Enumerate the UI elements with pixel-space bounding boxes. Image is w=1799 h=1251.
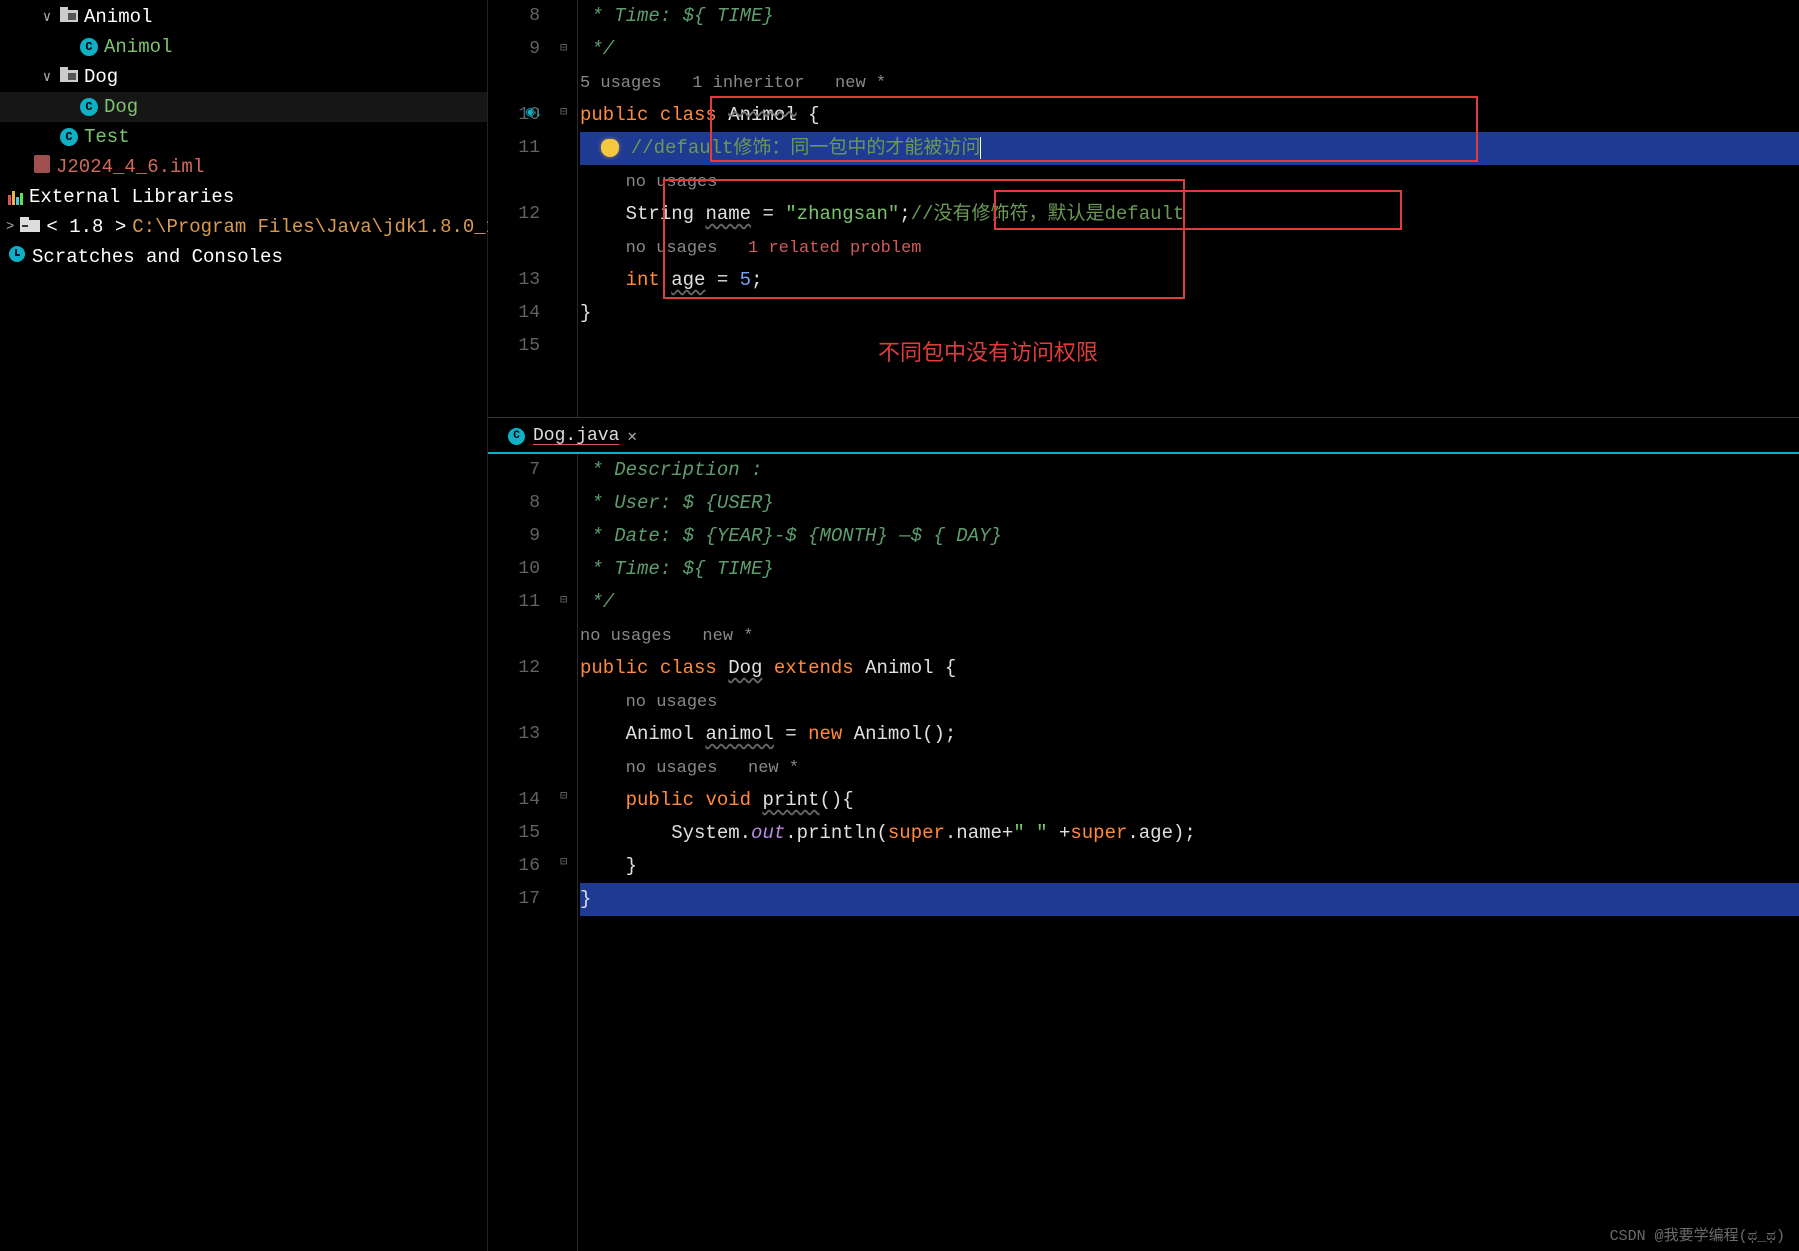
gutter: 8 9 10 11 12 13 14 15 [488, 0, 558, 417]
tree-label: Animol [84, 6, 152, 28]
code-comment: //没有修饰符，默认是default [911, 203, 1185, 225]
tree-label: External Libraries [29, 186, 234, 208]
editor-tabbar: C Dog.java ✕ [488, 418, 1799, 454]
inlay-hint[interactable]: 5 usages 1 inheritor new * [580, 74, 886, 93]
inlay-hint[interactable]: no usages [626, 693, 718, 712]
editors-area: 8 9 10 11 12 13 14 15 ◉↓ ⊟ ⊟ * Time: ${ … [488, 0, 1799, 1251]
fold-end-icon[interactable]: ⊟ [560, 854, 574, 868]
tree-item-iml-file[interactable]: J2024_4_6.iml [0, 152, 487, 182]
folder-icon [20, 216, 40, 238]
chevron-down-icon: ∨ [40, 9, 54, 26]
fold-end-icon[interactable]: ⊟ [560, 592, 574, 606]
fold-column: ⊟ ⊟ ⊟ [558, 454, 578, 1251]
library-icon [8, 189, 23, 205]
code-area[interactable]: * Description : * User: $ {USER} * Date:… [580, 454, 1799, 1251]
tree-label: Dog [84, 66, 118, 88]
tree-label-pre: < 1.8 > [46, 216, 126, 238]
gutter: 7 8 9 10 11 12 13 14 15 16 17 [488, 454, 558, 1251]
tree-item-animol-class[interactable]: C Animol [0, 32, 487, 62]
tree-label: C:\Program Files\Java\jdk1.8.0_192 [132, 216, 520, 238]
tree-label: Dog [104, 96, 138, 118]
inlay-hint[interactable]: no usages new * [626, 759, 799, 778]
fold-end-icon[interactable]: ⊟ [560, 40, 574, 54]
code-comment: //default修饰：同一包中的才能被访问 [631, 137, 982, 159]
chevron-right-icon: > [6, 219, 14, 235]
annotation-text: 不同包中没有访问权限 [878, 335, 1098, 367]
class-icon: C [80, 38, 98, 56]
class-icon: C [508, 428, 525, 445]
editor-animol[interactable]: 8 9 10 11 12 13 14 15 ◉↓ ⊟ ⊟ * Time: ${ … [488, 0, 1799, 418]
tree: ∨ Animol C Animol ∨ Dog C Dog [0, 0, 487, 272]
implemented-icon[interactable]: ◉↓ [526, 104, 543, 121]
inlay-problem[interactable]: 1 related problem [717, 239, 921, 258]
close-icon[interactable]: ✕ [627, 426, 637, 446]
app-root: ∨ Animol C Animol ∨ Dog C Dog [0, 0, 1799, 1251]
fold-start-icon[interactable]: ⊟ [560, 788, 574, 802]
folder-icon [60, 66, 78, 88]
inlay-hint[interactable]: no usages [626, 173, 718, 192]
intention-bulb-icon[interactable] [601, 139, 619, 157]
tree-label: Test [84, 126, 130, 148]
editor-dog[interactable]: 7 8 9 10 11 12 13 14 15 16 17 ⊟ ⊟ ⊟ [488, 454, 1799, 1251]
project-tree: ∨ Animol C Animol ∨ Dog C Dog [0, 0, 488, 1251]
code-text: * Time: ${ TIME} [580, 5, 774, 27]
class-icon: C [80, 98, 98, 116]
tree-label: Scratches and Consoles [32, 246, 283, 268]
tree-item-scratches[interactable]: Scratches and Consoles [0, 242, 487, 272]
scratch-icon [8, 245, 26, 269]
file-icon [34, 155, 50, 179]
code-text: */ [580, 38, 614, 60]
tree-item-test-class[interactable]: C Test [0, 122, 487, 152]
class-icon: C [60, 128, 78, 146]
watermark: CSDN @我要学编程(ಥ_ಥ) [1610, 1224, 1785, 1245]
inlay-hint[interactable]: no usages [626, 239, 718, 258]
folder-icon [60, 6, 78, 28]
inlay-hint[interactable]: no usages new * [580, 627, 753, 646]
tree-label: Animol [104, 36, 172, 58]
tree-item-dog-class[interactable]: C Dog [0, 92, 487, 122]
tree-item-dog-folder[interactable]: ∨ Dog [0, 62, 487, 92]
tab-label: Dog.java [533, 426, 619, 446]
tab-dog-java[interactable]: C Dog.java ✕ [496, 420, 649, 452]
tree-label: J2024_4_6.iml [56, 156, 204, 178]
code-area[interactable]: * Time: ${ TIME} */ 5 usages 1 inheritor… [580, 0, 1799, 417]
tree-item-external-libraries[interactable]: External Libraries [0, 182, 487, 212]
fold-start-icon[interactable]: ⊟ [560, 104, 574, 118]
fold-column: ⊟ ⊟ [558, 0, 578, 417]
chevron-down-icon: ∨ [40, 69, 54, 86]
tree-item-jdk[interactable]: > < 1.8 > C:\Program Files\Java\jdk1.8.0… [0, 212, 487, 242]
tree-item-animol-folder[interactable]: ∨ Animol [0, 2, 487, 32]
